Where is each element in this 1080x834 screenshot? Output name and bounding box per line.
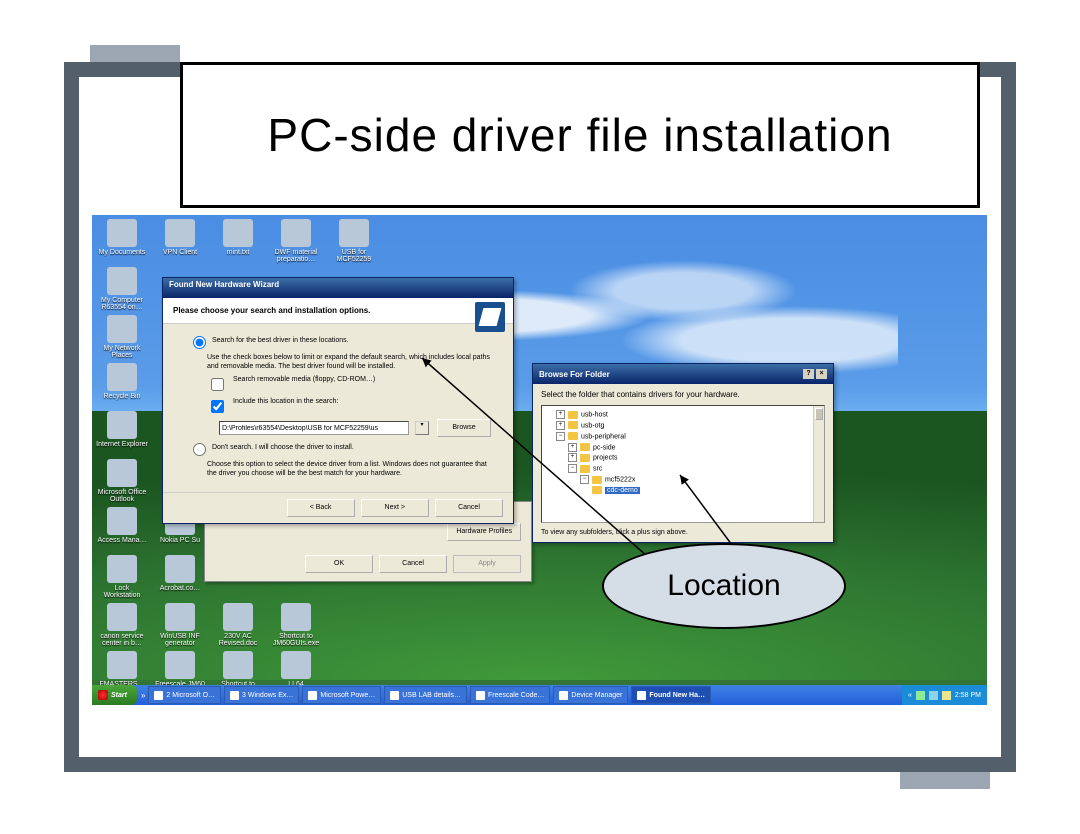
- taskbar-item[interactable]: USB LAB details…: [384, 686, 467, 704]
- tray-icon[interactable]: [942, 691, 951, 700]
- clock: 2:58 PM: [955, 692, 981, 699]
- taskbar-item[interactable]: 2 Microsoft O…: [148, 686, 221, 704]
- annotation-location: Location: [602, 543, 846, 629]
- taskbar-label: USB LAB details…: [402, 692, 461, 699]
- taskbar-label: 3 Windows Ex…: [242, 692, 293, 699]
- app-icon: [476, 691, 485, 700]
- start-label: Start: [111, 692, 127, 699]
- app-icon: [390, 691, 399, 700]
- app-icon: [230, 691, 239, 700]
- start-button[interactable]: Start: [92, 685, 137, 705]
- slide-title-box: PC-side driver file installation: [180, 62, 980, 208]
- taskbar-label: Found New Ha…: [649, 692, 705, 699]
- taskbar-label: Freescale Code…: [488, 692, 544, 699]
- frame-left: [64, 62, 79, 772]
- slide-title: PC-side driver file installation: [267, 108, 892, 162]
- windows-icon: [98, 690, 108, 700]
- taskbar: Start » 2 Microsoft O… 3 Windows Ex… Mic…: [92, 685, 987, 705]
- tray-icon[interactable]: [929, 691, 938, 700]
- frame-bottom: [64, 757, 1016, 772]
- quicklaunch-chevron[interactable]: »: [141, 691, 145, 700]
- system-tray[interactable]: « 2:58 PM: [902, 685, 987, 705]
- app-icon: [559, 691, 568, 700]
- app-icon: [637, 691, 646, 700]
- annotation-arrows: [92, 215, 987, 705]
- taskbar-item-active[interactable]: Found New Ha…: [631, 686, 711, 704]
- taskbar-item[interactable]: Device Manager: [553, 686, 628, 704]
- app-icon: [154, 691, 163, 700]
- annotation-text: Location: [667, 569, 780, 603]
- taskbar-label: 2 Microsoft O…: [166, 692, 215, 699]
- frame-right: [1001, 62, 1016, 772]
- taskbar-item[interactable]: Microsoft Powe…: [302, 686, 381, 704]
- taskbar-label: Microsoft Powe…: [320, 692, 375, 699]
- taskbar-label: Device Manager: [571, 692, 622, 699]
- tray-icon[interactable]: [916, 691, 925, 700]
- tray-chevron[interactable]: «: [908, 692, 912, 699]
- accent-bottom-right: [900, 772, 990, 789]
- taskbar-item[interactable]: Freescale Code…: [470, 686, 550, 704]
- embedded-screenshot: My Documents My Computer R63554 on… My N…: [92, 215, 987, 705]
- taskbar-item[interactable]: 3 Windows Ex…: [224, 686, 299, 704]
- app-icon: [308, 691, 317, 700]
- accent-top-left: [90, 45, 180, 62]
